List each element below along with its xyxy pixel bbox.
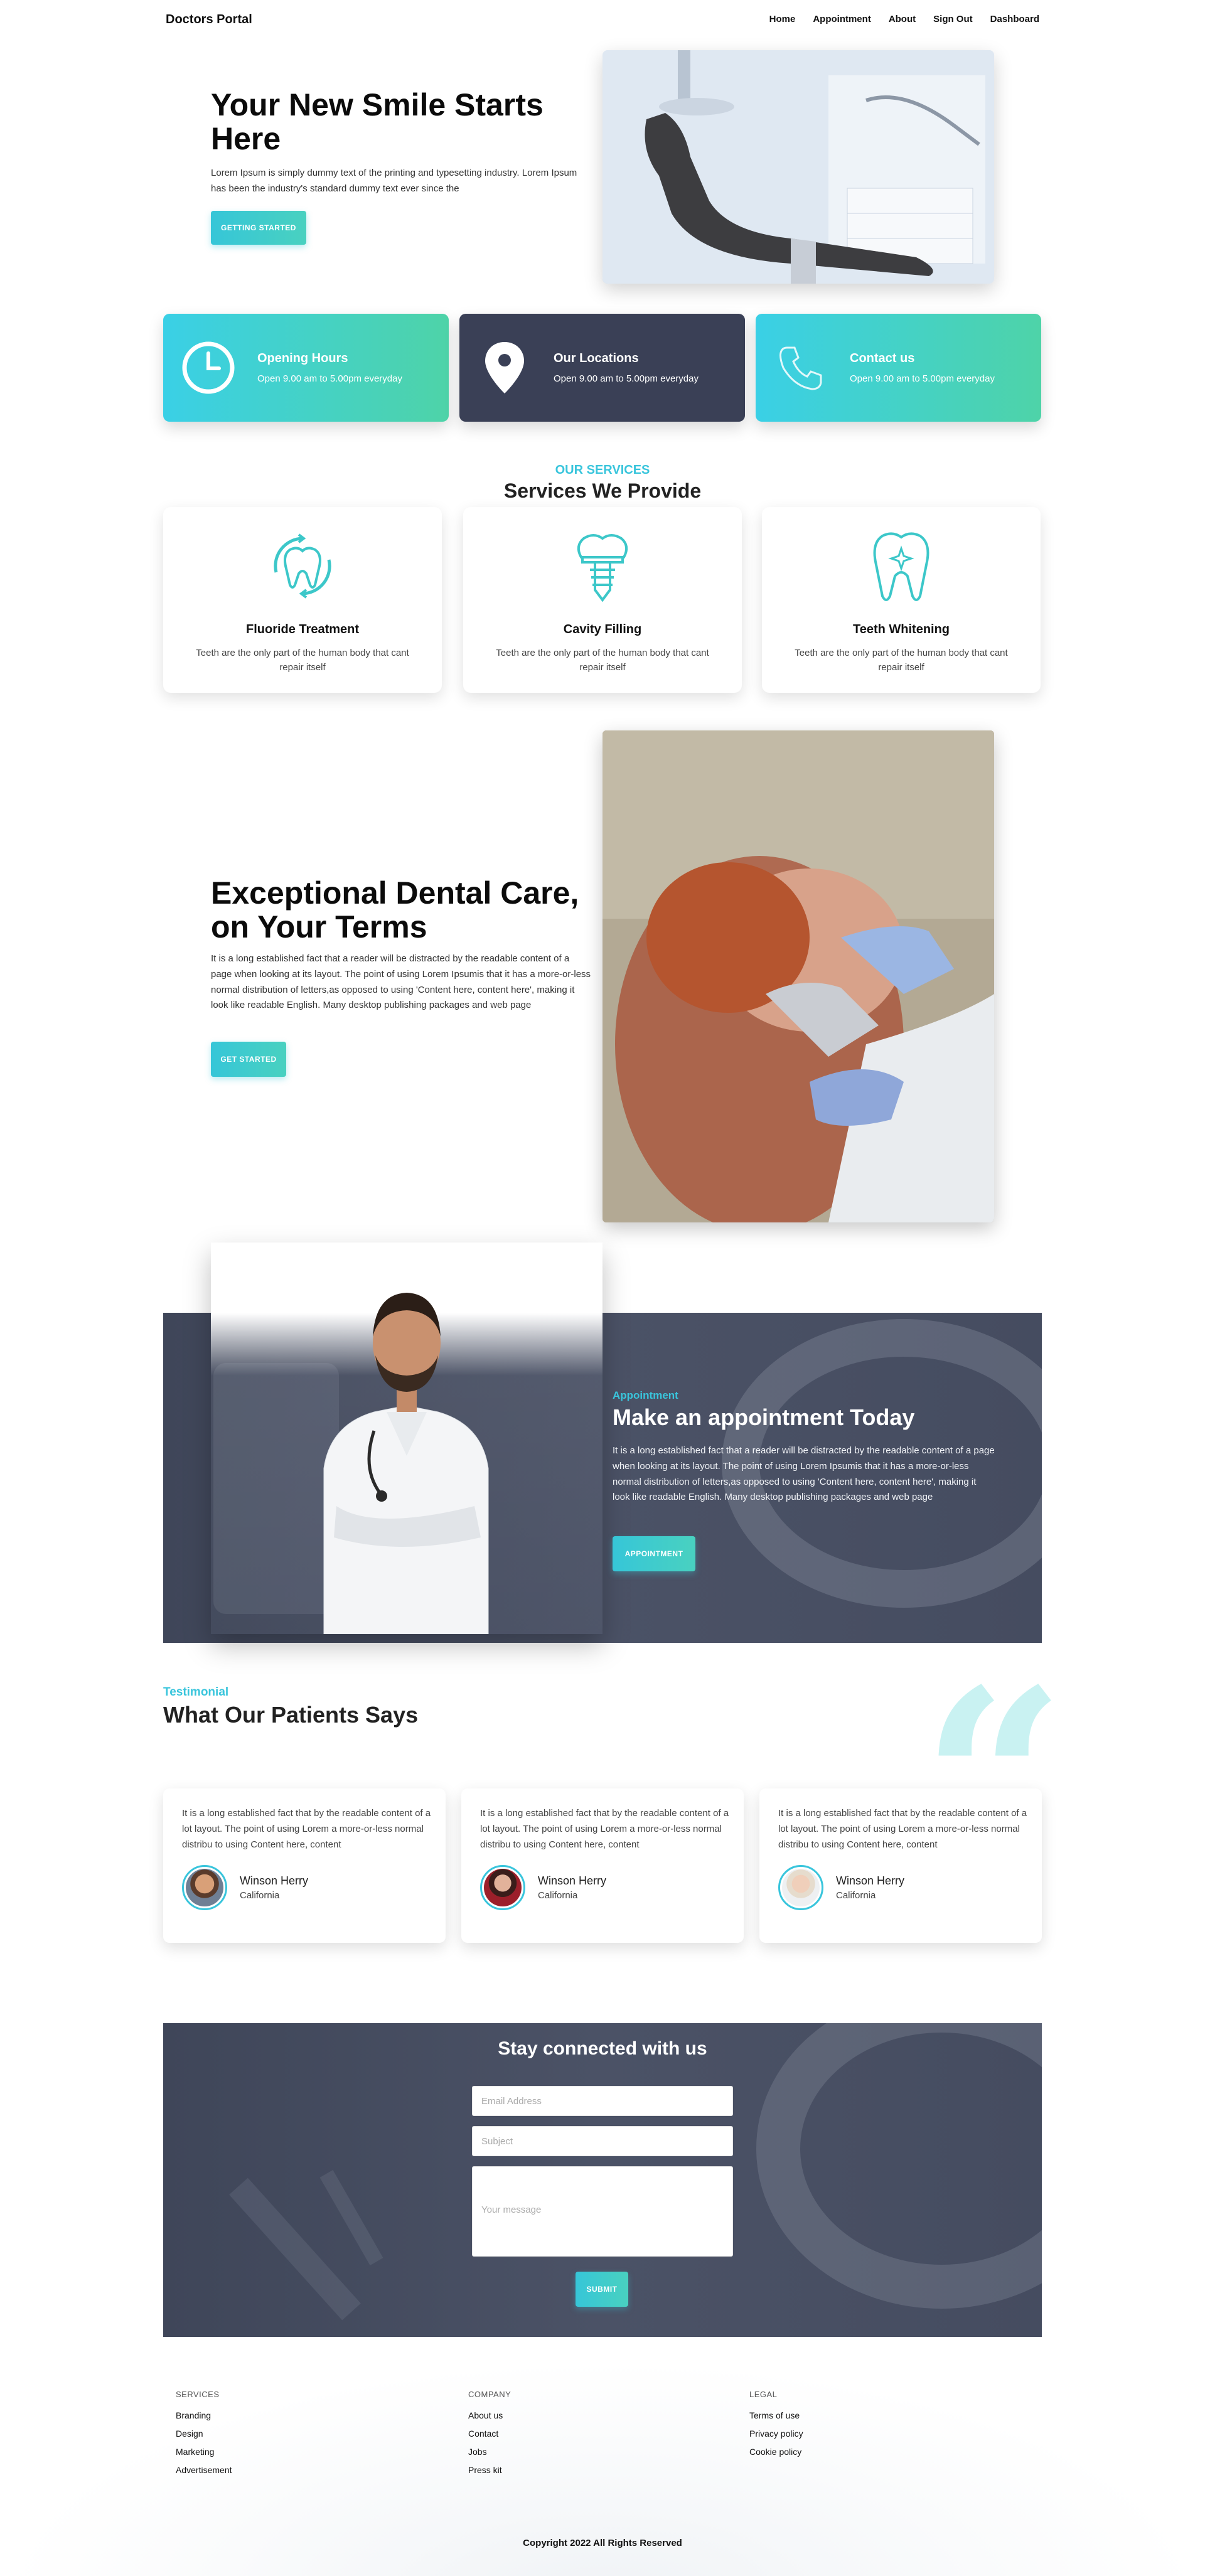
opening-hours-card: Opening Hours Open 9.00 am to 5.00pm eve… (163, 314, 449, 422)
testimonial-author: Winson Herry California (480, 1865, 725, 1911)
footer-link[interactable]: Privacy policy (749, 2429, 938, 2439)
avatar (480, 1865, 525, 1911)
avatar (778, 1865, 823, 1911)
tooth-sparkle-icon (864, 527, 939, 605)
service-description: Teeth are the only part of the human bod… (496, 648, 709, 673)
footer-link[interactable]: Contact (468, 2429, 656, 2439)
services-title: Services We Provide (503, 479, 702, 502)
testimonial-title: What Our Patients Says (163, 1702, 419, 1728)
doctor-portrait (211, 1243, 602, 1634)
footer-link[interactable]: Terms of use (749, 2410, 938, 2420)
testimonial-text: It is a long established fact that by th… (480, 1808, 729, 1850)
nav-about-link[interactable]: About (889, 14, 916, 24)
footer-link[interactable]: Advertisement (176, 2465, 364, 2475)
location-pin-icon (473, 336, 536, 399)
footer-link[interactable]: Design (176, 2429, 364, 2439)
services-kicker: OUR SERVICES (555, 463, 650, 477)
service-description: Teeth are the only part of the human bod… (795, 648, 1008, 673)
clock-icon (177, 336, 240, 399)
copyright-text: Copyright 2022 All Rights Reserved (523, 2538, 682, 2548)
footer-link[interactable]: About us (468, 2410, 656, 2420)
brand-logo[interactable]: Doctors Portal (166, 13, 252, 27)
dental-treatment-photo (602, 730, 994, 1222)
info-card-title: Opening Hours (257, 351, 348, 365)
service-card: Teeth Whitening Teeth are the only part … (762, 507, 1041, 693)
footer-link[interactable]: Cookie policy (749, 2447, 938, 2457)
testimonial-card: It is a long established fact that by th… (759, 1788, 1042, 1943)
service-card: Cavity Filling Teeth are the only part o… (463, 507, 742, 693)
info-card-title: Contact us (850, 351, 915, 365)
author-location: California (836, 1890, 876, 1901)
service-name: Cavity Filling (563, 623, 642, 636)
tooth-cycle-icon (265, 527, 340, 605)
testimonial-text: It is a long established fact that by th… (182, 1808, 431, 1850)
contact-us-card: Contact us Open 9.00 am to 5.00pm everyd… (756, 314, 1041, 422)
avatar (182, 1865, 227, 1911)
testimonial-author: Winson Herry California (182, 1865, 427, 1911)
nav-appointment-link[interactable]: Appointment (813, 14, 870, 24)
footer-column-company: COMPANY About us Contact Jobs Press kit (468, 2390, 656, 2483)
dental-care-text: It is a long established fact that a rea… (211, 953, 591, 1011)
hero-title: Your New Smile Starts Here (211, 87, 544, 156)
info-card-text: Open 9.00 am to 5.00pm everyday (554, 373, 699, 384)
hero-text: Lorem Ipsum is simply dummy text of the … (211, 168, 577, 194)
phone-icon (769, 336, 832, 399)
submit-button[interactable]: SUBMIT (576, 2272, 628, 2307)
author-location: California (538, 1890, 578, 1901)
tooth-implant-icon (565, 527, 640, 605)
author-location: California (240, 1890, 280, 1901)
service-name: Teeth Whitening (852, 623, 950, 636)
service-name: Fluoride Treatment (245, 623, 360, 636)
footer-column-services: SERVICES Branding Design Marketing Adver… (176, 2390, 364, 2483)
message-field[interactable] (472, 2166, 733, 2257)
footer-heading: SERVICES (176, 2390, 220, 2399)
footer-heading: LEGAL (749, 2390, 778, 2399)
appointment-kicker: Appointment (613, 1389, 678, 1401)
hero-dental-chair-image (602, 50, 994, 284)
getting-started-button[interactable]: GETTING STARTED (211, 211, 306, 245)
nav-dashboard-link[interactable]: Dashboard (990, 14, 1039, 24)
footer-heading: COMPANY (468, 2390, 511, 2399)
subject-field[interactable] (472, 2126, 733, 2156)
email-field[interactable] (472, 2086, 733, 2116)
dental-care-title: Exceptional Dental Care, on Your Terms (211, 875, 579, 944)
appointment-button[interactable]: APPOINTMENT (613, 1536, 695, 1571)
author-name: Winson Herry (538, 1874, 607, 1888)
service-description: Teeth are the only part of the human bod… (196, 648, 409, 673)
testimonial-author: Winson Herry California (778, 1865, 1023, 1911)
appointment-text: It is a long established fact that a rea… (613, 1445, 995, 1503)
testimonial-kicker: Testimonial (163, 1686, 229, 1699)
info-card-title: Our Locations (554, 351, 639, 365)
service-card: Fluoride Treatment Teeth are the only pa… (163, 507, 442, 693)
footer-link[interactable]: Branding (176, 2410, 364, 2420)
author-name: Winson Herry (836, 1874, 905, 1888)
testimonial-card: It is a long established fact that by th… (163, 1788, 446, 1943)
footer-link[interactable]: Press kit (468, 2465, 656, 2475)
contact-title: Stay connected with us (498, 2038, 707, 2059)
info-card-text: Open 9.00 am to 5.00pm everyday (257, 373, 402, 384)
main-nav: Home Appointment About Sign Out Dashboar… (769, 14, 1039, 24)
footer-link[interactable]: Jobs (468, 2447, 656, 2457)
info-card-text: Open 9.00 am to 5.00pm everyday (850, 373, 995, 384)
testimonial-card: It is a long established fact that by th… (461, 1788, 744, 1943)
get-started-button[interactable]: GET STARTED (211, 1042, 286, 1077)
testimonial-text: It is a long established fact that by th… (778, 1808, 1027, 1850)
appointment-title: Make an appointment Today (613, 1404, 915, 1430)
nav-signout-link[interactable]: Sign Out (933, 14, 973, 24)
footer-column-legal: LEGAL Terms of use Privacy policy Cookie… (749, 2390, 938, 2465)
footer-link[interactable]: Marketing (176, 2447, 364, 2457)
our-locations-card: Our Locations Open 9.00 am to 5.00pm eve… (459, 314, 745, 422)
author-name: Winson Herry (240, 1874, 309, 1888)
nav-home-link[interactable]: Home (769, 14, 796, 24)
